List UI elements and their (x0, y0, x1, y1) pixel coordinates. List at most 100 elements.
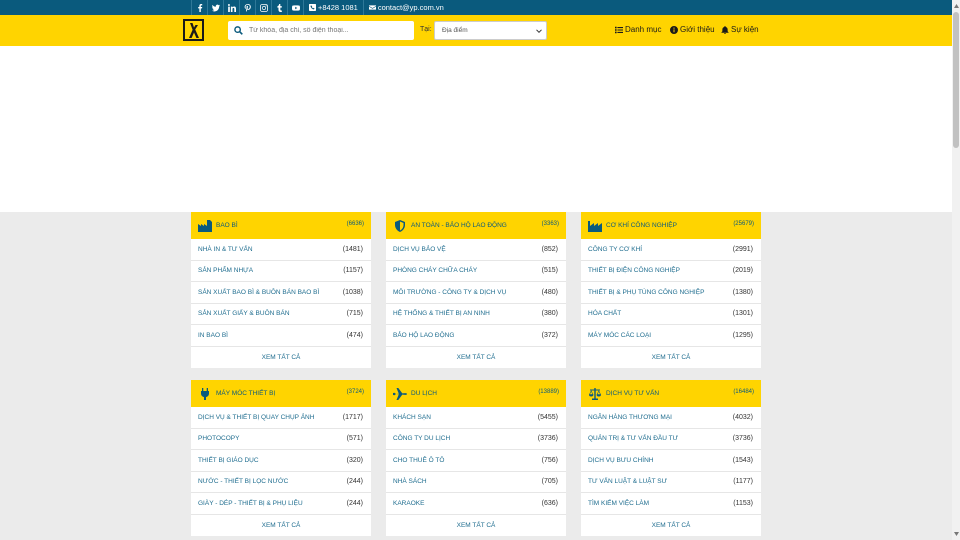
see-all-link[interactable]: XEM TẤT CẢ (191, 347, 371, 368)
category-header[interactable]: BAO BÌ (6636) (191, 212, 371, 239)
category-row[interactable]: DỊCH VỤ & THIẾT BỊ QUAY CHỤP ẢNH (1717) (191, 407, 371, 429)
youtube-icon[interactable] (287, 0, 303, 15)
category-row[interactable]: QUẢN TRỊ & TƯ VẤN ĐẦU TƯ (3736) (581, 429, 761, 450)
category-title: DỊCH VỤ TƯ VẤN (606, 390, 660, 397)
search-icon (234, 26, 243, 35)
category-header[interactable]: MÁY MÓC THIẾT BỊ (3724) (191, 380, 371, 407)
see-all-link[interactable]: XEM TẤT CẢ (386, 347, 566, 368)
list-icon (615, 26, 623, 33)
category-row[interactable]: DỊCH VỤ BẢO VỆ (852) (386, 239, 566, 261)
category-row[interactable]: HỆ THỐNG & THIẾT BỊ AN NINH (380) (386, 304, 566, 325)
scroll-up-arrow[interactable] (953, 2, 959, 10)
category-row[interactable]: CÔNG TY CƠ KHÍ (2991) (581, 239, 761, 261)
category-title: DU LỊCH (411, 390, 438, 397)
row-label: SẢN PHẨM NHỰA (198, 267, 254, 275)
category-card-an-toan: AN TOÀN - BẢO HỘ LAO ĐỘNG (3363) DỊCH VỤ… (386, 212, 566, 368)
category-row[interactable]: PHOTOCOPY (571) (191, 429, 371, 450)
category-header[interactable]: DỊCH VỤ TƯ VẤN (16484) (581, 380, 761, 407)
category-row[interactable]: CÔNG TY DU LỊCH (3736) (386, 429, 566, 450)
category-row[interactable]: TƯ VẤN LUẬT & LUẬT SƯ (1177) (581, 472, 761, 493)
linkedin-icon[interactable] (223, 0, 239, 15)
row-count: (636) (541, 499, 558, 507)
category-row[interactable]: CHO THUÊ Ô TÔ (756) (386, 450, 566, 472)
category-row[interactable]: SẢN PHẨM NHỰA (1157) (191, 261, 371, 282)
tumblr-icon[interactable] (271, 0, 287, 15)
category-row[interactable]: GIÀY - DÉP - THIẾT BỊ & PHỤ LIỆU (244) (191, 493, 371, 515)
email-address: contact@yp.com.vn (377, 3, 444, 12)
phone-link[interactable]: +8428 1081 (303, 0, 363, 15)
twitter-icon[interactable] (207, 0, 223, 15)
scroll-down-arrow[interactable] (953, 530, 959, 538)
category-row[interactable]: SẢN XUẤT GIẤY & BUÔN BÁN (715) (191, 304, 371, 325)
row-label: MÁY MÓC CÁC LOẠI (588, 331, 652, 339)
search-input[interactable] (249, 27, 409, 34)
row-label: THIẾT BỊ ĐIỆN CÔNG NGHIỆP (588, 267, 680, 275)
category-header[interactable]: DU LỊCH (13889) (386, 380, 566, 407)
location-select[interactable]: Địa điểm (434, 21, 547, 40)
category-total: (16484) (733, 389, 754, 395)
factory-icon (198, 219, 212, 232)
category-header[interactable]: AN TOÀN - BẢO HỘ LAO ĐỘNG (3363) (386, 212, 566, 239)
row-label: KARAOKE (393, 499, 425, 507)
nav-categories[interactable]: Danh mục (615, 25, 661, 34)
category-row[interactable]: NHÀ SÁCH (705) (386, 472, 566, 493)
walking-fingers-logo-icon (188, 22, 199, 38)
row-count: (2019) (732, 267, 753, 275)
location-select-value: Địa điểm (442, 27, 468, 34)
see-all-link[interactable]: XEM TẤT CẢ (581, 515, 761, 536)
instagram-icon[interactable] (255, 0, 271, 15)
row-count: (1295) (732, 331, 753, 339)
nav-events-label: Sự kiện (731, 25, 759, 34)
row-label: KHÁCH SẠN (393, 413, 431, 421)
category-row[interactable]: NHÀ IN & TƯ VẤN (1481) (191, 239, 371, 261)
category-row[interactable]: NGÂN HÀNG THƯƠNG MẠI (4032) (581, 407, 761, 429)
category-row[interactable]: HÓA CHẤT (1301) (581, 304, 761, 325)
category-row[interactable]: THIẾT BỊ GIÁO DỤC (320) (191, 450, 371, 472)
category-row[interactable]: THIẾT BỊ & PHỤ TÙNG CÔNG NGHIỆP (1380) (581, 282, 761, 304)
see-all-link[interactable]: XEM TẤT CẢ (191, 515, 371, 536)
nav-categories-label: Danh mục (625, 25, 662, 34)
row-label: HÓA CHẤT (588, 310, 622, 318)
category-row[interactable]: THIẾT BỊ ĐIỆN CÔNG NGHIỆP (2019) (581, 261, 761, 282)
email-link[interactable]: contact@yp.com.vn (362, 0, 449, 15)
row-count: (1543) (732, 456, 753, 464)
yellow-pages-logo[interactable] (183, 19, 204, 41)
row-count: (515) (541, 267, 558, 275)
phone-icon (309, 4, 316, 11)
search-box[interactable] (228, 21, 414, 40)
category-row[interactable]: SẢN XUẤT BAO BÌ & BUÔN BÁN BAO BÌ (1038) (191, 282, 371, 304)
category-row[interactable]: TÌM KIẾM VIỆC LÀM (1153) (581, 493, 761, 515)
nav-events[interactable]: Sự kiện (721, 25, 759, 34)
category-row[interactable]: NƯỚC - THIẾT BỊ LỌC NƯỚC (244) (191, 472, 371, 493)
category-row[interactable]: MÁY MÓC CÁC LOẠI (1295) (581, 325, 761, 347)
category-row[interactable]: MÔI TRƯỜNG - CÔNG TY & DỊCH VỤ (480) (386, 282, 566, 304)
category-row[interactable]: DỊCH VỤ BƯU CHÍNH (1543) (581, 450, 761, 472)
category-title: BAO BÌ (216, 222, 238, 229)
row-label: BẢO HỘ LAO ĐỘNG (393, 331, 455, 339)
row-label: NGÂN HÀNG THƯƠNG MẠI (588, 413, 672, 421)
row-label: PHÒNG CHÁY CHỮA CHÁY (393, 267, 478, 275)
see-all-link[interactable]: XEM TẤT CẢ (386, 515, 566, 536)
category-row[interactable]: BẢO HỘ LAO ĐỘNG (372) (386, 325, 566, 347)
nav-about[interactable]: Giới thiệu (670, 25, 715, 34)
chevron-down-icon (536, 28, 542, 33)
row-label: TÌM KIẾM VIỆC LÀM (588, 499, 650, 507)
row-count: (2991) (732, 245, 753, 253)
row-count: (852) (541, 245, 558, 253)
category-row[interactable]: KARAOKE (636) (386, 493, 566, 515)
row-label: DỊCH VỤ BẢO VỆ (393, 245, 446, 253)
facebook-icon[interactable] (191, 0, 207, 15)
category-row[interactable]: KHÁCH SẠN (5455) (386, 407, 566, 429)
row-label: GIÀY - DÉP - THIẾT BỊ & PHỤ LIỆU (198, 499, 303, 507)
see-all-link[interactable]: XEM TẤT CẢ (581, 347, 761, 368)
scrollbar-thumb[interactable] (953, 12, 959, 148)
row-count: (1157) (343, 267, 363, 275)
category-header[interactable]: CƠ KHÍ CÔNG NGHIỆP (25679) (581, 212, 761, 239)
row-count: (372) (541, 331, 558, 339)
row-count: (1177) (733, 478, 753, 486)
pinterest-icon[interactable] (239, 0, 255, 15)
row-label: SẢN XUẤT BAO BÌ & BUÔN BÁN BAO BÌ (198, 288, 320, 296)
category-card-may-moc: MÁY MÓC THIẾT BỊ (3724) DỊCH VỤ & THIẾT … (191, 380, 371, 536)
category-row[interactable]: IN BAO BÌ (474) (191, 325, 371, 347)
category-row[interactable]: PHÒNG CHÁY CHỮA CHÁY (515) (386, 261, 566, 282)
